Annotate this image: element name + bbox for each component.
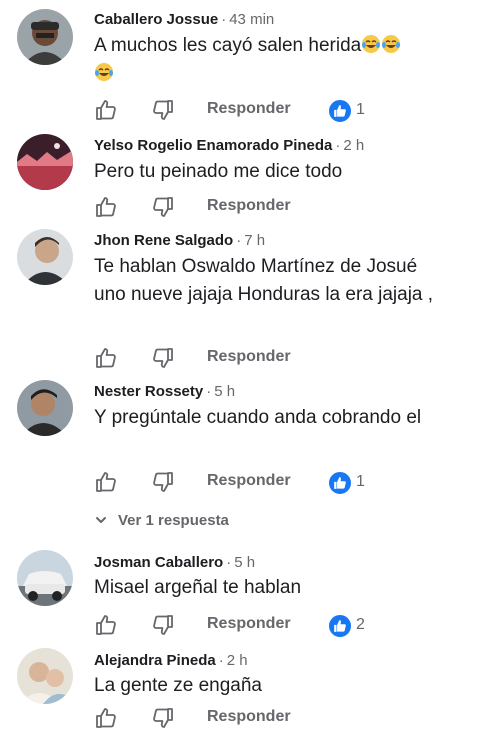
comment-header: Josman Caballero · 5 h (94, 554, 255, 571)
author-name[interactable]: Josman Caballero (94, 554, 223, 571)
avatar[interactable] (17, 380, 73, 436)
separator-dot: · (221, 11, 227, 28)
chevron-down-icon (96, 517, 106, 523)
comment-text: Misael argeñal te hablan (94, 577, 302, 598)
reaction-count-text: 2 (356, 616, 365, 633)
reaction-count-text: 1 (356, 101, 365, 118)
thumbs-up-icon[interactable] (94, 706, 118, 730)
view-replies-label: Ver 1 respuesta (118, 512, 229, 529)
author-name[interactable]: Yelso Rogelio Enamorado Pineda (94, 137, 332, 154)
author-name[interactable]: Jhon Rene Salgado (94, 232, 233, 249)
thumbs-up-icon[interactable] (94, 613, 118, 637)
like-reaction-icon (328, 614, 352, 638)
author-name[interactable]: Alejandra Pineda (94, 652, 216, 669)
thumbs-down-icon[interactable] (151, 613, 175, 637)
thumbs-down-icon[interactable] (151, 98, 175, 122)
comment-header: Caballero Jossue · 43 min (94, 11, 274, 28)
thumbs-down-icon[interactable] (151, 195, 175, 219)
avatar[interactable] (17, 550, 73, 606)
separator-dot: · (226, 554, 232, 571)
comment-text: Te hablan Oswaldo Martínez de Josué uno … (94, 256, 434, 305)
comment-text: La gente ze engaña (94, 675, 262, 696)
reply-button[interactable]: Responder (207, 197, 291, 215)
separator-dot: · (236, 232, 242, 249)
tears-of-joy-emoji-icon (382, 35, 401, 53)
comment-header: Alejandra Pineda · 2 h (94, 652, 248, 669)
timestamp[interactable]: 2 h (227, 652, 248, 669)
avatar[interactable] (17, 9, 73, 65)
thumbs-up-icon[interactable] (94, 470, 118, 494)
comment-text: Y pregúntale cuando anda cobrando el (94, 407, 422, 428)
comment-header: Yelso Rogelio Enamorado Pineda · 2 h (94, 137, 364, 154)
reply-button[interactable]: Responder (207, 708, 291, 726)
thumbs-down-icon[interactable] (151, 706, 175, 730)
separator-dot: · (206, 383, 212, 400)
avatar[interactable] (17, 134, 73, 190)
separator-dot: · (218, 652, 224, 669)
separator-dot: · (335, 137, 341, 154)
comment-text-line: A muchos les cayó salen herida (94, 35, 362, 56)
view-replies-button[interactable]: Ver 1 respuesta (94, 512, 229, 529)
tears-of-joy-emoji-icon (362, 35, 381, 53)
thumbs-up-icon[interactable] (94, 346, 118, 370)
reply-button[interactable]: Responder (207, 100, 291, 118)
thumbs-down-icon[interactable] (151, 346, 175, 370)
author-name[interactable]: Nester Rossety (94, 383, 203, 400)
author-name[interactable]: Caballero Jossue (94, 11, 218, 28)
reply-button[interactable]: Responder (207, 615, 291, 633)
timestamp[interactable]: 43 min (229, 11, 274, 28)
like-reaction-icon (328, 471, 352, 495)
like-reaction-icon (328, 99, 352, 123)
timestamp[interactable]: 5 h (234, 554, 255, 571)
reaction-count-text: 1 (356, 473, 365, 490)
comment-header: Nester Rossety · 5 h (94, 383, 235, 400)
thumbs-up-icon[interactable] (94, 98, 118, 122)
comment-text: A muchos les cayó salen herida (94, 32, 474, 88)
comment-text: Pero tu peinado me dice todo (94, 161, 343, 182)
avatar[interactable] (17, 229, 73, 285)
avatar[interactable] (17, 648, 73, 704)
reply-button[interactable]: Responder (207, 472, 291, 490)
thumbs-up-icon[interactable] (94, 195, 118, 219)
reply-button[interactable]: Responder (207, 348, 291, 366)
comment-header: Jhon Rene Salgado · 7 h (94, 232, 265, 249)
timestamp[interactable]: 7 h (244, 232, 265, 249)
timestamp[interactable]: 5 h (214, 383, 235, 400)
timestamp[interactable]: 2 h (343, 137, 364, 154)
thumbs-down-icon[interactable] (151, 470, 175, 494)
tears-of-joy-emoji-icon (95, 63, 113, 81)
